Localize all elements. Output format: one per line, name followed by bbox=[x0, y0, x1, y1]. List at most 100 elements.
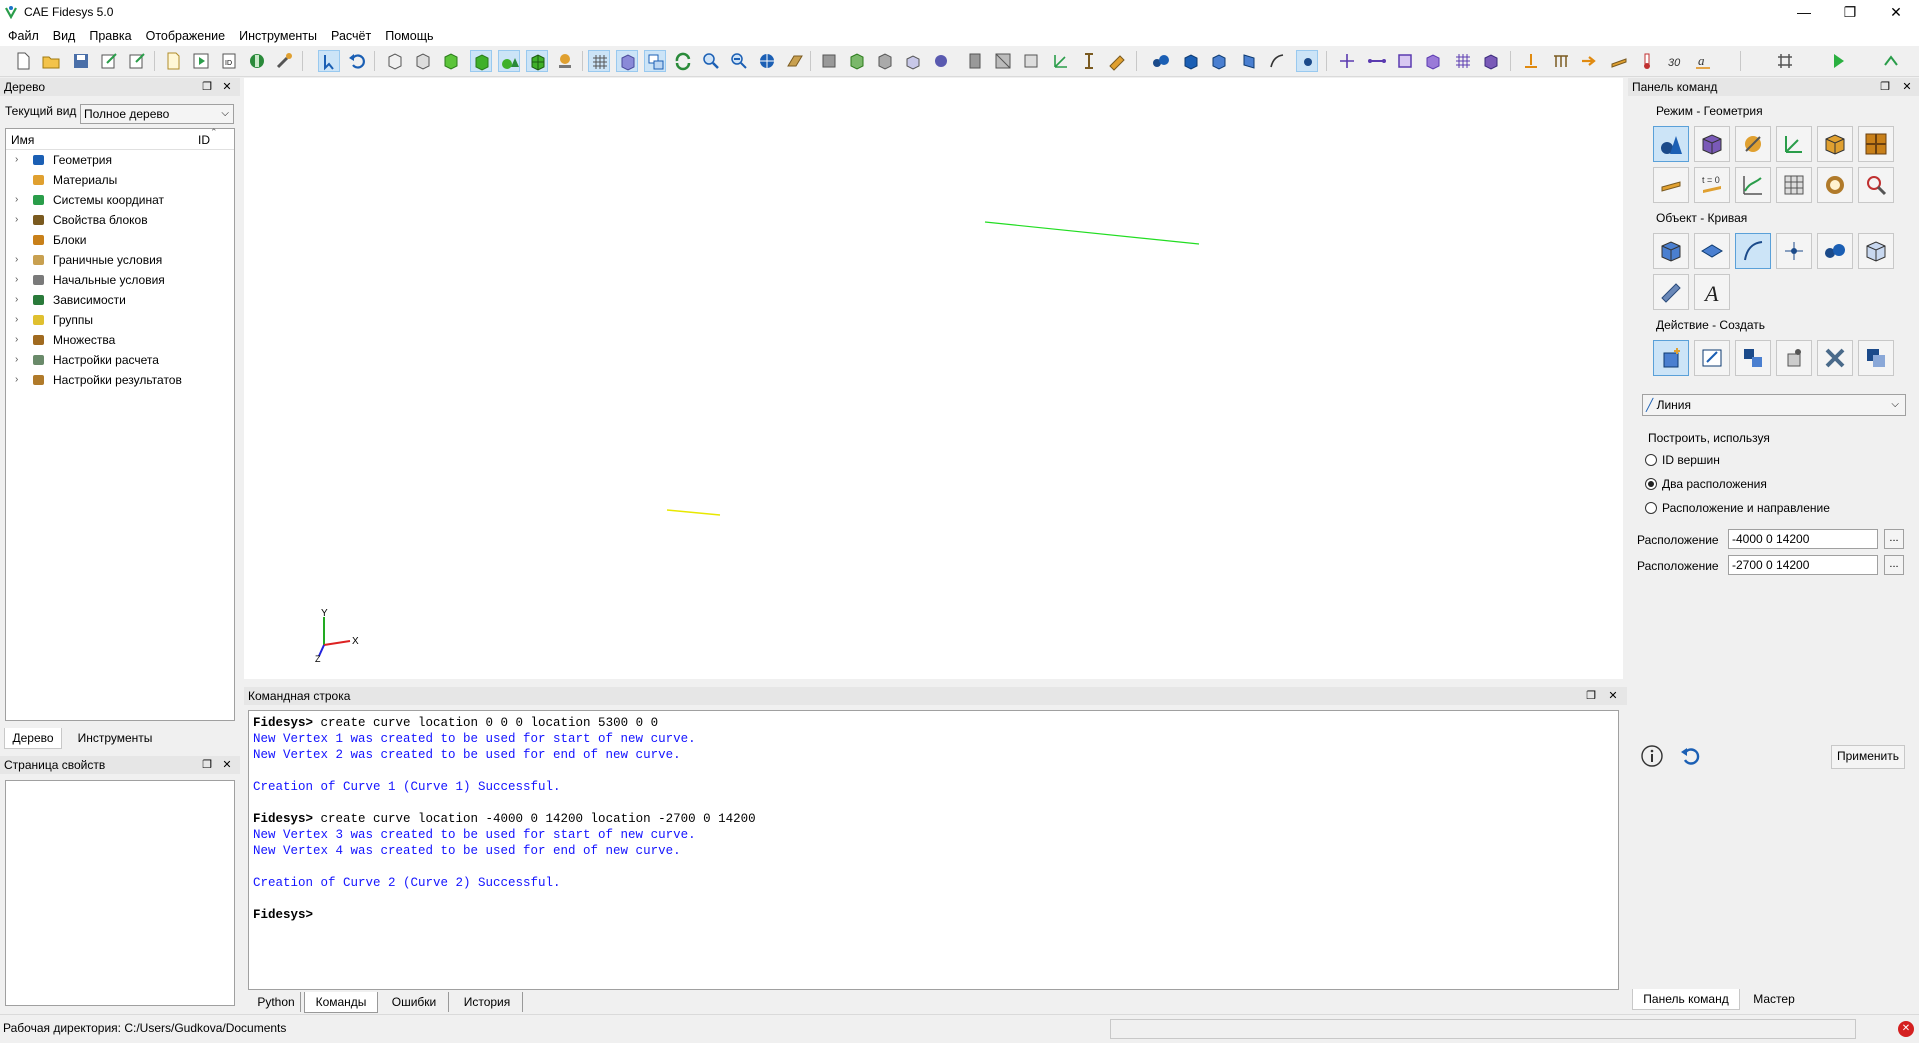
save-icon[interactable] bbox=[70, 50, 92, 72]
volume-icon[interactable] bbox=[1180, 50, 1202, 72]
float-panel-icon[interactable]: ❐ bbox=[200, 756, 214, 774]
vertex-object-icon[interactable] bbox=[1776, 233, 1812, 269]
support-bc-icon[interactable] bbox=[1550, 50, 1572, 72]
tab-command-panel[interactable]: Панель команд bbox=[1632, 989, 1740, 1010]
hex-element-icon[interactable] bbox=[1422, 50, 1444, 72]
expand-arrow-icon[interactable]: › bbox=[15, 250, 25, 270]
tab-commands[interactable]: Команды bbox=[304, 992, 378, 1013]
tree-item[interactable]: › Зависимости bbox=[6, 290, 234, 310]
float-panel-icon[interactable]: ❐ bbox=[1878, 78, 1892, 96]
view-iso-icon[interactable] bbox=[902, 50, 924, 72]
hidden-line-cube-icon[interactable] bbox=[412, 50, 434, 72]
info-icon[interactable] bbox=[1640, 744, 1664, 768]
open-folder-icon[interactable] bbox=[40, 50, 62, 72]
close-panel-icon[interactable]: ✕ bbox=[220, 78, 234, 96]
axis-display-icon[interactable] bbox=[1050, 50, 1072, 72]
tab-python[interactable]: Python bbox=[252, 992, 301, 1012]
expand-arrow-icon[interactable]: › bbox=[15, 210, 25, 230]
geometry-mode-icon[interactable] bbox=[1653, 126, 1689, 162]
boolean-action-icon[interactable] bbox=[1858, 340, 1894, 376]
restore-button[interactable]: ❐ bbox=[1827, 0, 1873, 26]
menu-view[interactable]: Вид bbox=[46, 26, 83, 46]
expand-arrow-icon[interactable]: › bbox=[15, 350, 25, 370]
tree-item[interactable]: › Настройки результатов bbox=[6, 370, 234, 390]
curve-object-icon[interactable] bbox=[1735, 233, 1771, 269]
tree-item[interactable]: › Множества bbox=[6, 330, 234, 350]
run-calculation-icon[interactable] bbox=[1827, 50, 1849, 72]
graphics-viewport[interactable]: Y X Z bbox=[244, 78, 1623, 679]
new-file-icon[interactable] bbox=[12, 50, 34, 72]
node-icon[interactable] bbox=[1336, 50, 1358, 72]
create-action-icon[interactable] bbox=[1653, 340, 1689, 376]
expand-arrow-icon[interactable]: › bbox=[15, 310, 25, 330]
undo-icon[interactable] bbox=[346, 50, 368, 72]
error-indicator-icon[interactable]: ✕ bbox=[1898, 1021, 1914, 1037]
frame-icon[interactable] bbox=[1020, 50, 1042, 72]
pan-icon[interactable] bbox=[784, 50, 806, 72]
current-view-select[interactable]: Полное дерево ⌵ bbox=[80, 104, 234, 124]
face-element-icon[interactable] bbox=[1394, 50, 1416, 72]
transparent-icon[interactable] bbox=[498, 50, 520, 72]
extra-tools-icon[interactable] bbox=[1880, 50, 1902, 72]
analysis-mode-icon[interactable] bbox=[1858, 167, 1894, 203]
calc-mode-icon[interactable] bbox=[1776, 167, 1812, 203]
tree-item[interactable]: › Начальные условия bbox=[6, 270, 234, 290]
zoom-in-icon[interactable] bbox=[700, 50, 722, 72]
settings-tools-icon[interactable] bbox=[274, 50, 296, 72]
curve-icon[interactable] bbox=[1266, 50, 1288, 72]
perspective-cube-icon[interactable] bbox=[616, 50, 638, 72]
transform-action-icon[interactable] bbox=[1735, 340, 1771, 376]
mesh-view-icon[interactable] bbox=[526, 50, 548, 72]
journal-icon[interactable]: ID bbox=[218, 50, 240, 72]
element-block-icon[interactable] bbox=[1480, 50, 1502, 72]
expand-arrow-icon[interactable]: › bbox=[15, 290, 25, 310]
minimize-button[interactable]: — bbox=[1781, 0, 1827, 26]
grid-icon[interactable] bbox=[588, 50, 610, 72]
curve-2[interactable] bbox=[666, 509, 721, 516]
vertex-icon[interactable] bbox=[1296, 50, 1318, 72]
tab-wizard[interactable]: Мастер bbox=[1744, 989, 1804, 1009]
mesh-mode-icon[interactable] bbox=[1694, 126, 1730, 162]
initial-mode-icon[interactable]: t = 0 bbox=[1694, 167, 1730, 203]
export-icon[interactable] bbox=[98, 50, 120, 72]
tree-item[interactable]: › Граничные условия bbox=[6, 250, 234, 270]
menu-calculation[interactable]: Расчёт bbox=[324, 26, 378, 46]
curve-1[interactable] bbox=[984, 221, 1200, 245]
script-icon[interactable] bbox=[162, 50, 184, 72]
tree-item[interactable]: › Системы координат bbox=[6, 190, 234, 210]
radio-two-locations[interactable] bbox=[1645, 478, 1657, 490]
force-icon[interactable] bbox=[1578, 50, 1600, 72]
materials-library-icon[interactable] bbox=[246, 50, 268, 72]
group-object-icon[interactable] bbox=[1858, 233, 1894, 269]
view-front-icon[interactable] bbox=[846, 50, 868, 72]
tab-tree[interactable]: Дерево bbox=[4, 728, 62, 749]
tab-tools[interactable]: Инструменты bbox=[66, 728, 164, 748]
view-left-icon[interactable] bbox=[818, 50, 840, 72]
text-object-icon[interactable]: A bbox=[1694, 274, 1730, 310]
material-mode-icon[interactable] bbox=[1735, 126, 1771, 162]
tab-errors[interactable]: Ошибки bbox=[380, 992, 449, 1012]
location-2-input[interactable]: -2700 0 14200 bbox=[1728, 555, 1878, 575]
results-mode-icon[interactable] bbox=[1817, 167, 1853, 203]
tree-item[interactable]: Материалы bbox=[6, 170, 234, 190]
mesh-group-icon[interactable] bbox=[1150, 50, 1172, 72]
run-script-icon[interactable] bbox=[190, 50, 212, 72]
import-icon[interactable] bbox=[126, 50, 148, 72]
float-panel-icon[interactable]: ❐ bbox=[1584, 687, 1598, 705]
tree-item[interactable]: › Геометрия bbox=[6, 150, 234, 170]
view-top-icon[interactable] bbox=[874, 50, 896, 72]
select-icon[interactable] bbox=[318, 50, 340, 72]
measure-icon[interactable] bbox=[1106, 50, 1128, 72]
close-panel-icon[interactable]: ✕ bbox=[1606, 687, 1620, 705]
close-panel-icon[interactable]: ✕ bbox=[220, 756, 234, 774]
measure-object-icon[interactable] bbox=[1653, 274, 1689, 310]
tree-col-id[interactable]: ID bbox=[198, 133, 210, 147]
section-icon[interactable] bbox=[964, 50, 986, 72]
render-settings-icon[interactable] bbox=[554, 50, 576, 72]
tree-item[interactable]: › Настройки расчета bbox=[6, 350, 234, 370]
beam-icon[interactable] bbox=[1078, 50, 1100, 72]
temperature-icon[interactable] bbox=[1636, 50, 1658, 72]
edge-element-icon[interactable] bbox=[1366, 50, 1388, 72]
annotation-icon[interactable]: a bbox=[1692, 50, 1714, 72]
zoom-out-icon[interactable] bbox=[728, 50, 750, 72]
